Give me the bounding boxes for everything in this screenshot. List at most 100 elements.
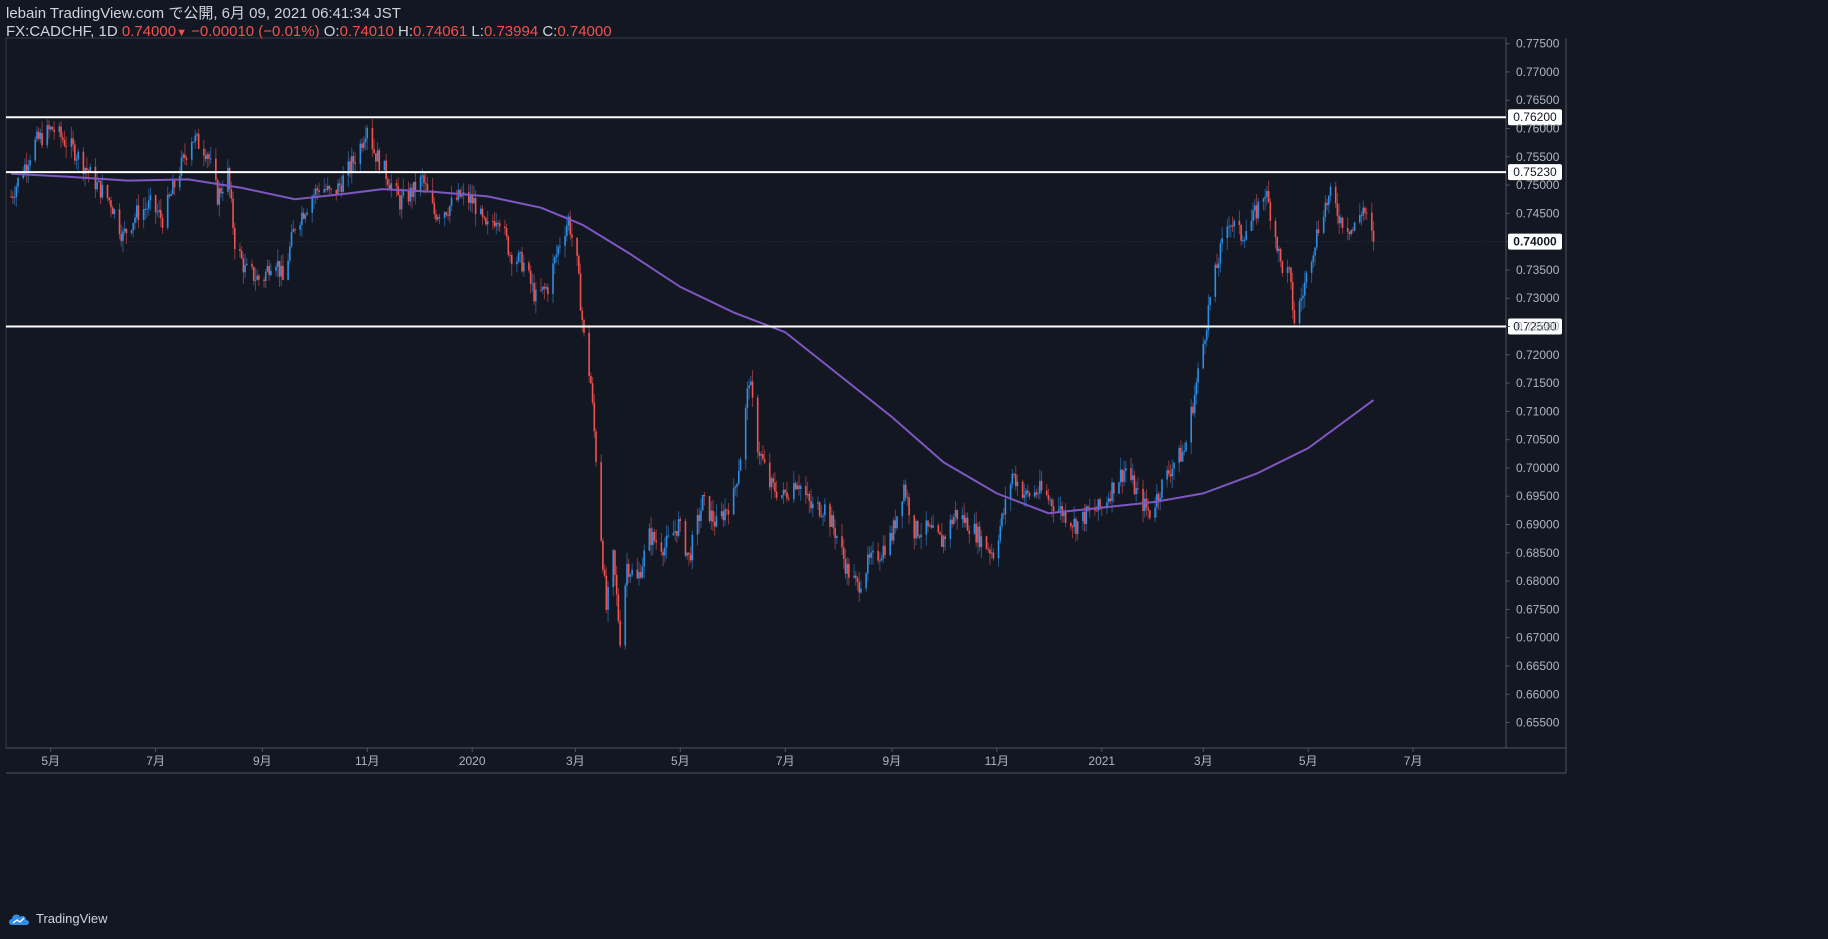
price-tick-label: 0.67500: [1516, 602, 1560, 616]
candle-body: [607, 586, 609, 610]
candle-body: [1168, 470, 1170, 475]
price-tick-label: 0.66500: [1516, 659, 1560, 673]
candle-body: [1039, 480, 1041, 494]
candle-body: [180, 157, 183, 176]
candle-body: [990, 552, 993, 554]
price-axis[interactable]: 0.77500 0.77000 0.76500 0.76000 0.75500 0.750…: [1506, 37, 1562, 730]
candle-body: [419, 176, 422, 193]
candle-body: [691, 534, 694, 561]
time-axis[interactable]: 5月 7月 9月 11月 2020 3月 5月 7月 9月 11月 2021 3月 5月 7月: [41, 748, 1422, 768]
candle-body: [154, 195, 157, 213]
price-tick-label: 0.75000: [1516, 178, 1560, 192]
candle-body: [1209, 296, 1211, 306]
candle-body: [1147, 507, 1150, 511]
candle-body: [1353, 222, 1356, 231]
candle-body: [1267, 191, 1270, 202]
candle-body: [798, 485, 800, 490]
candle-body: [775, 491, 778, 498]
candle-body: [651, 531, 654, 545]
candle-body: [772, 478, 775, 483]
candle-body: [1324, 202, 1327, 217]
candle-body: [750, 381, 752, 386]
candle-body: [720, 511, 723, 517]
candle-body: [1362, 207, 1365, 216]
candle-body: [516, 261, 518, 265]
candle-body: [698, 515, 701, 521]
candle-body: [579, 273, 582, 311]
candle-body: [473, 197, 475, 204]
candle-body: [366, 127, 369, 139]
candle-body: [146, 208, 148, 210]
candle-body: [287, 260, 289, 280]
candle-body: [1040, 480, 1043, 491]
candle-body: [521, 252, 523, 272]
candle-body: [1190, 406, 1193, 443]
candle-body: [832, 515, 835, 529]
candle-body: [1051, 499, 1053, 507]
candle-body: [877, 550, 879, 561]
candle-body: [268, 265, 270, 276]
price-tick-label: 0.71500: [1516, 376, 1560, 390]
candle-body: [932, 525, 934, 528]
candle-body: [830, 515, 833, 527]
candle-body: [230, 189, 233, 199]
candle-body: [882, 545, 885, 559]
candle-body: [689, 554, 692, 561]
candle-body: [282, 265, 284, 280]
candle-body: [906, 497, 909, 499]
candle-body: [190, 141, 193, 160]
candle-body: [1023, 494, 1026, 498]
candle-body: [504, 226, 506, 229]
candle-body: [555, 254, 558, 258]
candle-body: [715, 516, 718, 527]
candle-body: [612, 550, 615, 587]
candle-body: [299, 224, 301, 230]
price-tick-label: 0.77500: [1516, 37, 1560, 51]
candle-body: [1371, 212, 1373, 231]
candle-body: [1064, 511, 1067, 523]
candle-body: [810, 501, 812, 509]
candle-body: [242, 258, 245, 273]
horizontal-levels-layer[interactable]: 0.762000.752300.72500: [6, 109, 1562, 335]
candle-body: [1257, 201, 1260, 219]
candle-body: [1157, 493, 1160, 500]
tradingview-cloud-icon: [9, 914, 29, 925]
candle-body: [495, 223, 498, 227]
candle-body: [435, 213, 437, 220]
candle-body: [400, 195, 403, 210]
candle-body: [650, 528, 652, 545]
price-tick-label: 0.75500: [1516, 150, 1560, 164]
time-tick-label: 7月: [146, 754, 165, 768]
candle-body: [679, 519, 682, 522]
candle-body: [686, 552, 688, 556]
candle-body: [603, 569, 606, 576]
candle-body: [325, 189, 327, 191]
candle-body: [846, 563, 848, 574]
candle-body: [722, 511, 725, 521]
candle-body: [1095, 510, 1098, 512]
candle-body: [552, 263, 554, 295]
candle-body: [724, 509, 726, 521]
candle-body: [956, 509, 959, 520]
candle-body: [197, 133, 200, 149]
candle-body: [1169, 474, 1172, 477]
price-chart[interactable]: 0.762000.752300.72500 0.775000.770000.76…: [0, 0, 1828, 900]
tradingview-logo[interactable]: TradingView: [8, 911, 108, 926]
candle-body: [517, 252, 520, 262]
candle-body: [1322, 216, 1325, 233]
candle-body: [1226, 226, 1229, 239]
candle-body: [987, 549, 990, 551]
price-tick-label: 0.72500: [1516, 320, 1560, 334]
candle-body: [1274, 221, 1277, 238]
candle-body: [349, 161, 351, 173]
candles-layer: [10, 118, 1375, 650]
candle-body: [1372, 230, 1375, 242]
candle-body: [968, 530, 971, 534]
time-tick-label: 7月: [776, 754, 795, 768]
candle-body: [192, 141, 195, 143]
candle-body: [774, 482, 776, 492]
candle-body: [338, 183, 341, 186]
time-tick-label: 9月: [253, 754, 272, 768]
candle-body: [868, 554, 871, 558]
candle-body: [1279, 248, 1282, 262]
